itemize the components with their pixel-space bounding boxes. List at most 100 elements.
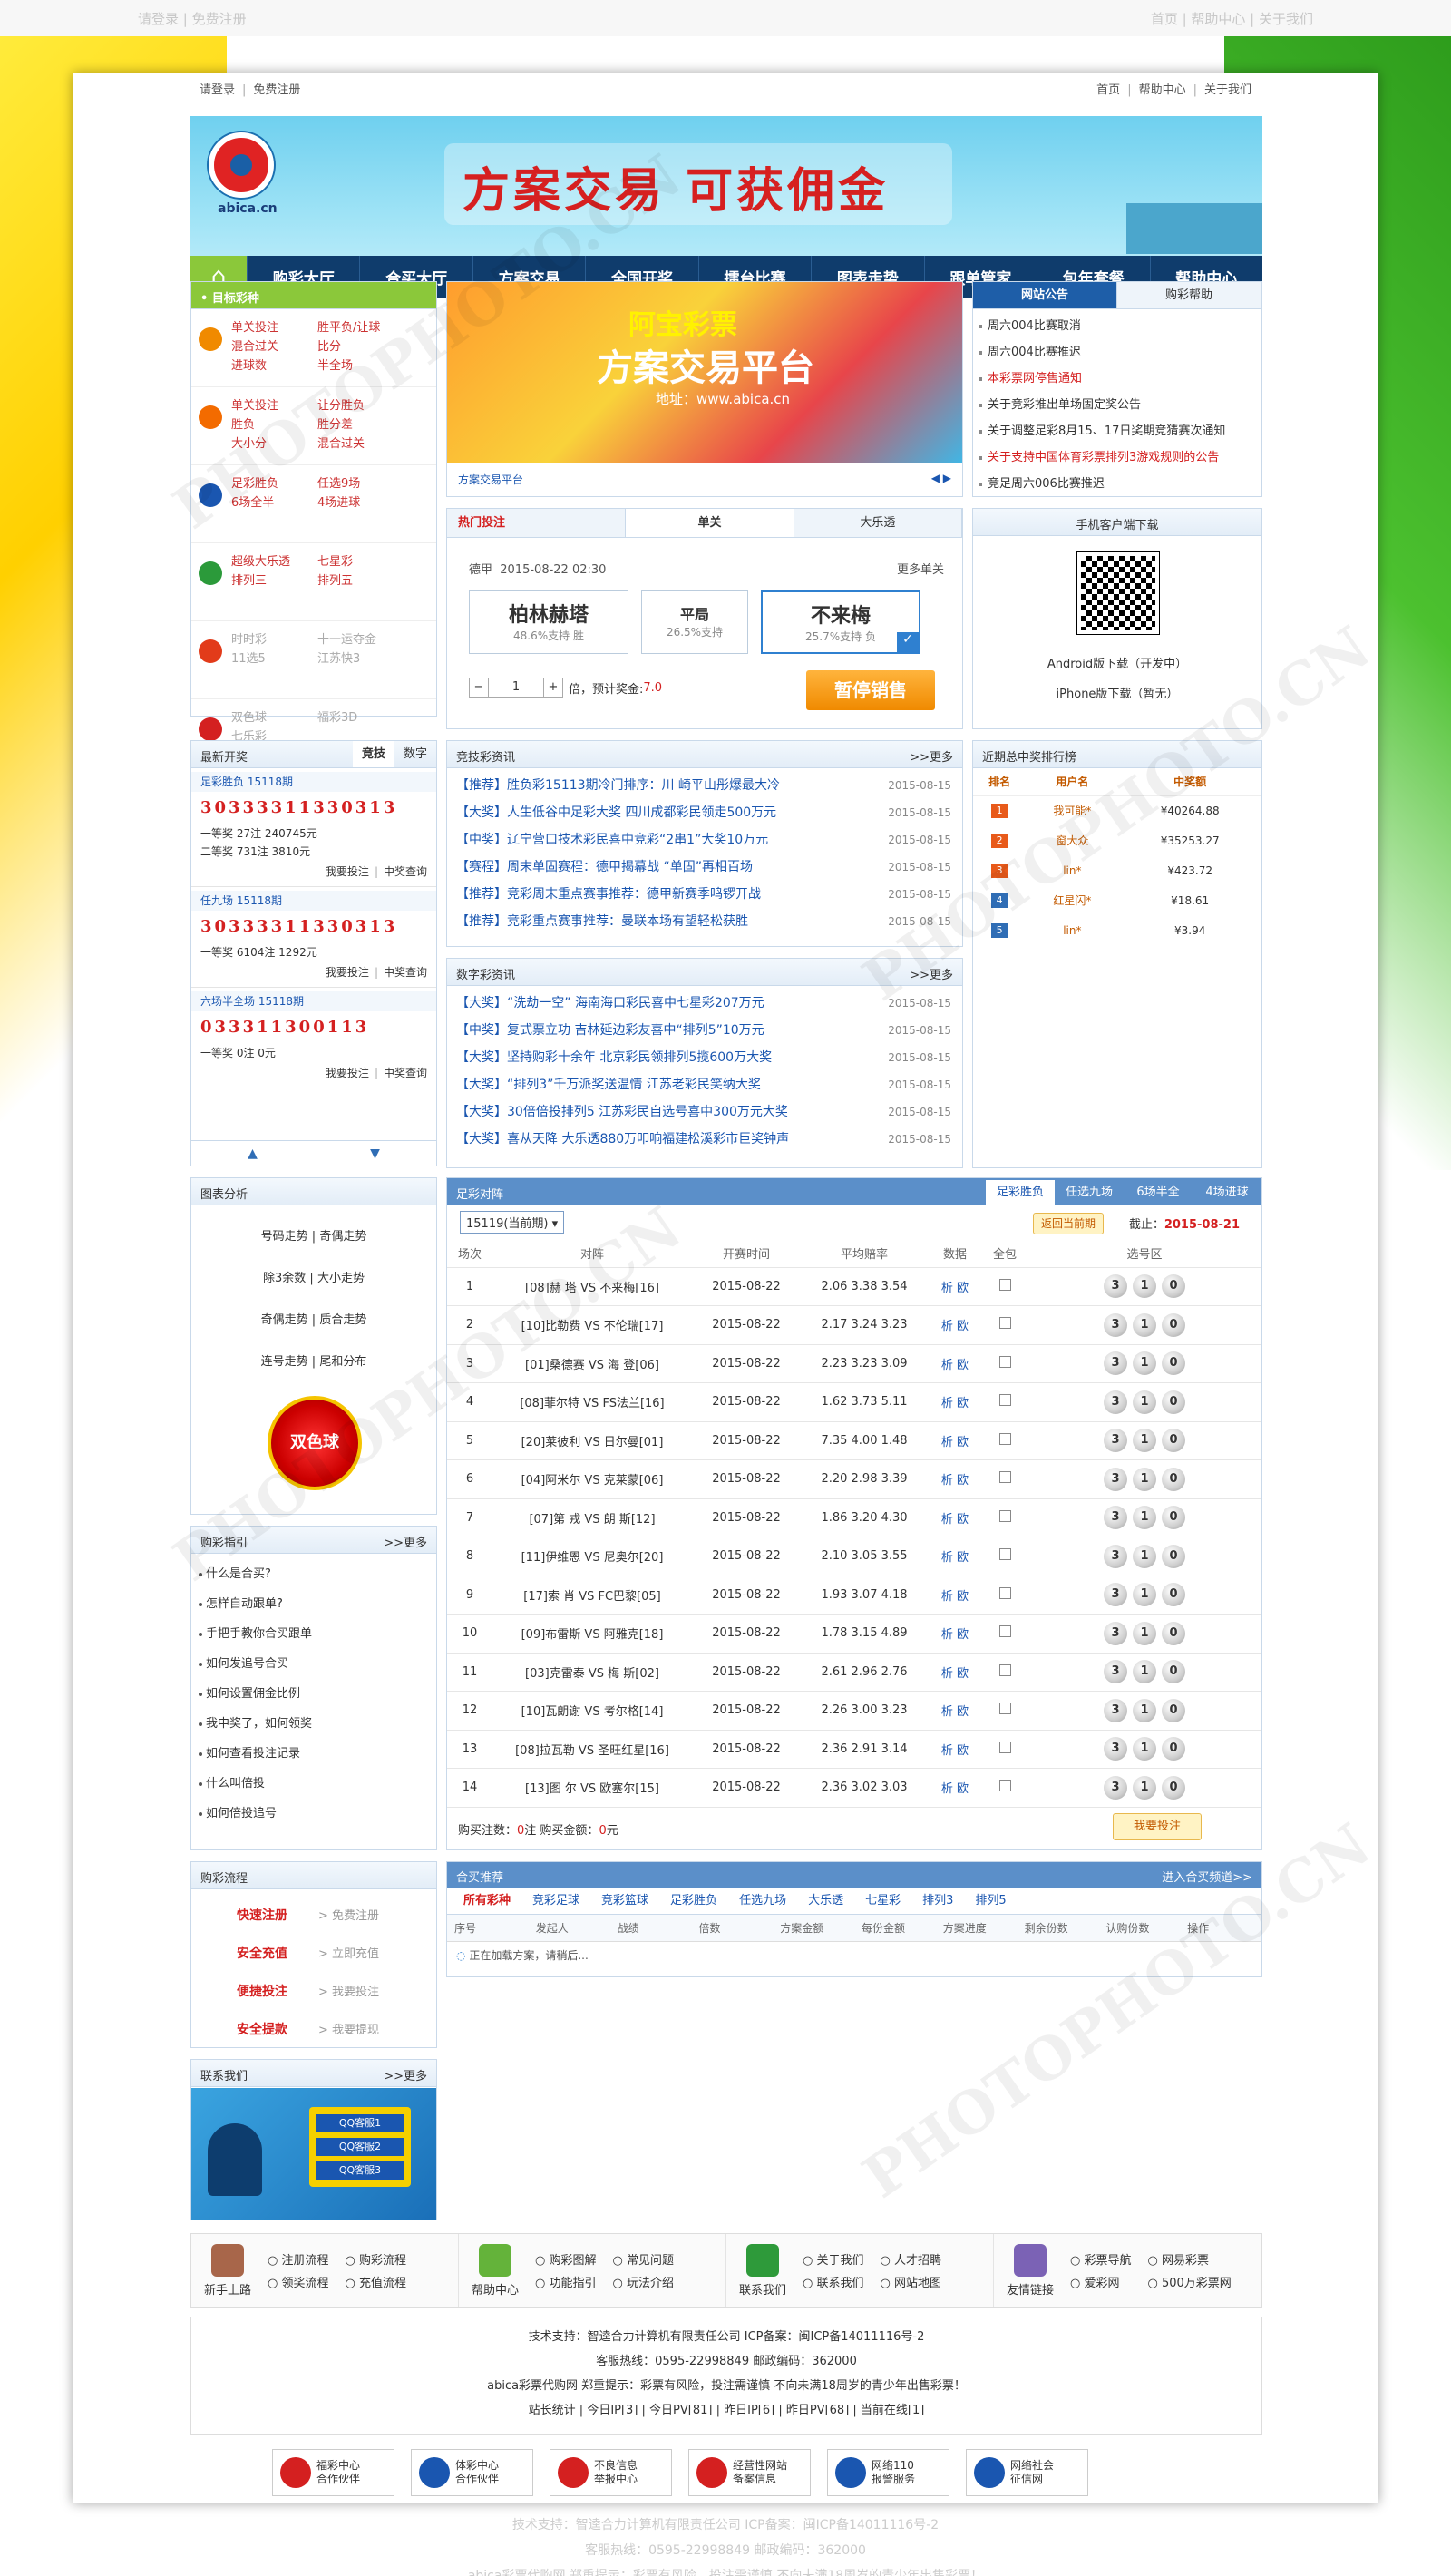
notice-item[interactable]: 关于支持中国体育彩票排列3游戏规则的公告 xyxy=(973,444,1261,471)
all-checkbox[interactable] xyxy=(998,1625,1011,1638)
guide-more-link[interactable]: >>更多 xyxy=(384,1533,427,1550)
footer-badge[interactable]: 不良信息 举报中心 xyxy=(550,2449,672,2496)
footer-badge[interactable]: 经营性网站 备案信息 xyxy=(688,2449,811,2496)
news-item[interactable]: 【中奖】辽宁营口技术彩民喜中竞彩“2串1”大奖10万元 2015-08-15 xyxy=(447,826,962,854)
tab-4jq[interactable]: 4场进球 xyxy=(1193,1180,1261,1205)
lottery-link[interactable]: 排列三 xyxy=(231,571,317,590)
pick-ball[interactable]: 3 xyxy=(1104,1506,1127,1530)
contact-more-link[interactable]: >>更多 xyxy=(384,2066,427,2083)
notice-item[interactable]: 关于竞彩推出单场固定奖公告 xyxy=(973,392,1261,418)
pick-ball[interactable]: 3 xyxy=(1104,1544,1127,1568)
lottery-link[interactable]: 胜负 xyxy=(231,415,317,434)
issue-select[interactable]: 15119(当前期) ▾ xyxy=(460,1211,565,1234)
pick-ball[interactable]: 3 xyxy=(1104,1737,1127,1761)
tab-r9[interactable]: 任选九场 xyxy=(1055,1180,1124,1205)
footer-link[interactable]: ○ 人才招聘 xyxy=(881,2250,941,2268)
lottery-link[interactable]: 6场全半 xyxy=(231,493,317,512)
hemai-tab[interactable]: 排列5 xyxy=(964,1888,1017,1914)
lottery-link[interactable]: 足彩胜负 xyxy=(231,474,317,493)
lottery-link[interactable]: 胜分差 xyxy=(317,415,404,434)
pick-ball[interactable]: 1 xyxy=(1133,1737,1156,1761)
news-title[interactable]: 【推荐】竞彩周末重点赛事推荐：德甲新赛季鸣锣开战 xyxy=(456,887,761,902)
pick-ball[interactable]: 3 xyxy=(1104,1312,1127,1337)
match-data-link[interactable]: 析 欧 xyxy=(928,1267,982,1306)
number-news-more-link[interactable]: >>更多 xyxy=(910,965,953,982)
draw-name[interactable]: 六场半全场 15118期 xyxy=(191,991,436,1011)
notice-item[interactable]: 周六004比赛取消 xyxy=(973,313,1261,339)
all-checkbox[interactable] xyxy=(998,1780,1011,1792)
match-data-link[interactable]: 析 欧 xyxy=(928,1305,982,1345)
pick-ball[interactable]: 0 xyxy=(1162,1467,1185,1491)
news-item[interactable]: 【推荐】竞彩重点赛事推荐：曼联本场有望轻松获胜 2015-08-15 xyxy=(447,908,962,935)
submit-bet-button[interactable]: 我要投注 xyxy=(1113,1813,1202,1840)
more-single-link[interactable]: 更多单关 xyxy=(897,560,944,577)
query-link[interactable]: 中奖查询 xyxy=(384,1067,427,1079)
match-data-link[interactable]: 析 欧 xyxy=(928,1459,982,1499)
pick-ball[interactable]: 1 xyxy=(1133,1274,1156,1299)
pick-ball[interactable]: 0 xyxy=(1162,1274,1185,1299)
lottery-link[interactable]: 排列五 xyxy=(317,571,404,590)
footer-group-title[interactable]: 友情链接 xyxy=(1007,2280,1054,2298)
tab-sports[interactable]: 竞技 xyxy=(353,741,394,767)
all-checkbox[interactable] xyxy=(998,1509,1011,1522)
pick-ball[interactable]: 0 xyxy=(1162,1390,1185,1414)
news-item[interactable]: 【大奖】“洗劫一空” 海南海口彩民喜中七星彩207万元 2015-08-15 xyxy=(447,990,962,1017)
lottery-link[interactable]: 比分 xyxy=(317,337,404,356)
footer-badge[interactable]: 福彩中心 合作伙伴 xyxy=(272,2449,394,2496)
pick-ball[interactable]: 0 xyxy=(1162,1312,1185,1337)
hemai-tab[interactable]: 竞彩足球 xyxy=(521,1888,590,1914)
all-checkbox[interactable] xyxy=(998,1703,1011,1715)
help-link[interactable]: 帮助中心 xyxy=(1139,83,1186,97)
tab-number[interactable]: 数字 xyxy=(394,741,436,767)
hemai-tab[interactable]: 竞彩篮球 xyxy=(590,1888,659,1914)
register-link[interactable]: 免费注册 xyxy=(253,83,300,97)
bet-option-away[interactable]: 不来梅 25.7%支持 负 ✓ xyxy=(761,590,920,654)
plus-button[interactable]: + xyxy=(543,678,563,698)
news-title[interactable]: 【大奖】人生低谷中足彩大奖 四川成都彩民领走500万元 xyxy=(456,805,776,820)
pick-ball[interactable]: 1 xyxy=(1133,1312,1156,1337)
lottery-link[interactable]: 双色球 xyxy=(231,708,317,727)
pick-ball[interactable]: 3 xyxy=(1104,1390,1127,1414)
pick-ball[interactable]: 3 xyxy=(1104,1274,1127,1299)
guide-item[interactable]: 什么是合买? xyxy=(191,1559,436,1589)
guide-item[interactable]: 如何查看投注记录 xyxy=(191,1739,436,1769)
match-data-link[interactable]: 析 欧 xyxy=(928,1576,982,1615)
pick-ball[interactable]: 3 xyxy=(1104,1698,1127,1722)
hemai-tab[interactable]: 足彩胜负 xyxy=(659,1888,728,1914)
flow-step-title[interactable]: 安全充值 xyxy=(237,1935,318,1973)
pick-ball[interactable]: 1 xyxy=(1133,1544,1156,1568)
pick-ball[interactable]: 1 xyxy=(1133,1351,1156,1376)
pick-ball[interactable]: 3 xyxy=(1104,1429,1127,1453)
pick-ball[interactable]: 3 xyxy=(1104,1660,1127,1684)
lottery-link[interactable]: 十一运夺金 xyxy=(317,630,404,649)
match-data-link[interactable]: 析 欧 xyxy=(928,1768,982,1808)
hemai-tab[interactable]: 所有彩种 xyxy=(453,1888,521,1914)
news-title[interactable]: 【大奖】30倍倍投排列5 江苏彩民自选号喜中300万元大奖 xyxy=(456,1105,788,1119)
match-data-link[interactable]: 析 欧 xyxy=(928,1498,982,1537)
match-data-link[interactable]: 析 欧 xyxy=(928,1537,982,1576)
bet-option-draw[interactable]: 平局 26.5%支持 xyxy=(641,590,748,654)
flow-step-link[interactable]: > 我要投注 xyxy=(318,1986,379,1999)
footer-link[interactable]: ○ 购彩图解 xyxy=(535,2250,596,2268)
lottery-link[interactable]: 大小分 xyxy=(231,434,317,454)
all-checkbox[interactable] xyxy=(998,1432,1011,1445)
hemai-tab[interactable]: 七星彩 xyxy=(854,1888,911,1914)
pick-ball[interactable]: 1 xyxy=(1133,1698,1156,1722)
buy-link[interactable]: 我要投注 xyxy=(326,865,369,878)
login-link[interactable]: 请登录 xyxy=(200,83,235,97)
flow-step-link[interactable]: > 我要提现 xyxy=(318,2024,379,2037)
news-title[interactable]: 【大奖】“洗劫一空” 海南海口彩民喜中七星彩207万元 xyxy=(456,996,764,1010)
footer-group-title[interactable]: 新手上路 xyxy=(204,2280,251,2298)
lottery-link[interactable]: 时时彩 xyxy=(231,630,317,649)
footer-link[interactable]: ○ 网站地图 xyxy=(881,2273,941,2290)
footer-link[interactable]: ○ 注册流程 xyxy=(268,2250,328,2268)
all-checkbox[interactable] xyxy=(998,1741,1011,1753)
all-checkbox[interactable] xyxy=(998,1278,1011,1291)
all-checkbox[interactable] xyxy=(998,1394,1011,1407)
tab-dlt[interactable]: 大乐透 xyxy=(794,509,962,537)
all-checkbox[interactable] xyxy=(998,1586,1011,1599)
news-title[interactable]: 【推荐】竞彩重点赛事推荐：曼联本场有望轻松获胜 xyxy=(456,914,748,929)
footer-link[interactable]: ○ 购彩流程 xyxy=(346,2250,406,2268)
pick-ball[interactable]: 0 xyxy=(1162,1544,1185,1568)
lottery-link[interactable]: 半全场 xyxy=(317,356,404,376)
